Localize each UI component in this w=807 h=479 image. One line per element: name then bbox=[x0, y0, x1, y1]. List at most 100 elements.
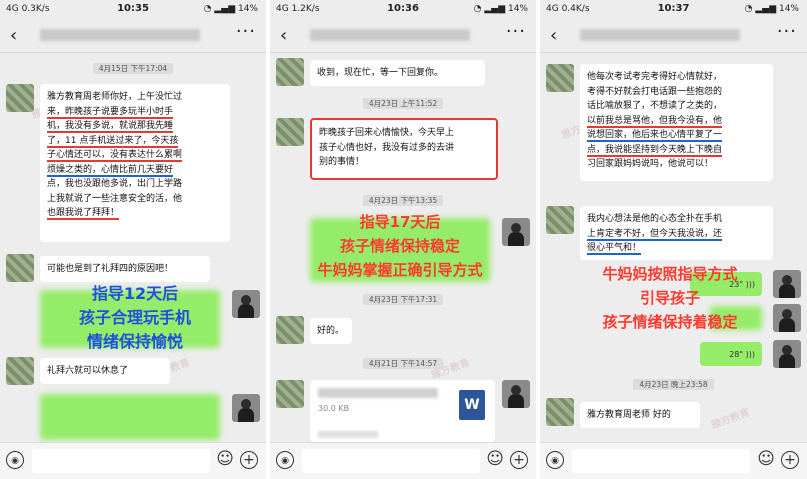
voice-message[interactable]: 28" ))) bbox=[700, 342, 762, 366]
message-line: 考得不好就会打电话跟一些抱怨的 bbox=[587, 86, 723, 97]
message-line: 点，我说能坚持到今天晚上下晚自 bbox=[587, 144, 723, 157]
message-line: 别的事情！ bbox=[319, 157, 365, 167]
chat-title-blurred bbox=[310, 29, 470, 41]
contact-avatar[interactable] bbox=[276, 380, 304, 408]
message-line: 习回家跟妈妈说吗，他说可以！ bbox=[587, 159, 714, 169]
my-avatar[interactable] bbox=[773, 340, 801, 368]
message-input[interactable] bbox=[302, 449, 480, 473]
contact-avatar[interactable] bbox=[6, 84, 34, 112]
message-line: 烦燥之类的，心情比前几天要好 bbox=[47, 164, 174, 177]
battery: ◔ ▂▄▆ 14% bbox=[473, 4, 528, 14]
message-line: 我内心想法是他的心态全扑在手机 bbox=[587, 214, 723, 224]
message-input[interactable] bbox=[572, 449, 750, 473]
my-avatar[interactable] bbox=[232, 394, 260, 422]
overlay-line: 牛妈妈按照指导方式 bbox=[602, 265, 738, 283]
emoji-icon[interactable]: ☺ bbox=[216, 449, 234, 469]
contact-avatar[interactable] bbox=[276, 316, 304, 344]
plus-icon[interactable]: + bbox=[781, 451, 799, 469]
my-avatar[interactable] bbox=[502, 380, 530, 408]
message-line: 雅方教育周老师你好，上午没忙过 bbox=[47, 92, 183, 102]
plus-icon[interactable]: + bbox=[510, 451, 528, 469]
timestamp: 4月15日 下午17:04 bbox=[0, 63, 266, 74]
status-bar: 4G 1.2K/s 10:36 ◔ ▂▄▆ 14% bbox=[270, 0, 536, 18]
more-icon[interactable]: ··· bbox=[777, 21, 797, 42]
more-icon[interactable]: ··· bbox=[236, 21, 256, 42]
message-line: 他每次考试考完考得好心情就好， bbox=[587, 72, 723, 82]
watermark: 雅方教育 bbox=[710, 407, 752, 432]
timestamp: 4月23日 下午13:35 bbox=[270, 195, 536, 206]
message-line: 机，我没有多说，就说那我先睡 bbox=[47, 121, 174, 133]
message-line: 来，昨晚孩子说要多玩半小时手 bbox=[47, 106, 174, 119]
message-line: 很心平气和！ bbox=[587, 243, 642, 255]
voice-icon[interactable]: ◉ bbox=[276, 451, 294, 469]
message-bubble[interactable]: 好的。 bbox=[310, 318, 352, 344]
timestamp: 4月21日 下午14:57 bbox=[270, 358, 536, 369]
chat-panel-3: 4G 0.4K/s 10:37 ◔ ▂▄▆ 14% ‹ ··· 雅方教育 雅方教… bbox=[540, 0, 807, 479]
message-line: 昨晚孩子回来心情愉快，今天早上 bbox=[319, 128, 455, 138]
back-icon[interactable]: ‹ bbox=[550, 25, 557, 46]
timestamp: 4月23日 下午17:31 bbox=[270, 294, 536, 305]
overlay-line: 指导12天后 bbox=[91, 284, 179, 303]
word-document-icon: W bbox=[459, 390, 485, 420]
back-icon[interactable]: ‹ bbox=[10, 25, 17, 46]
status-bar: 4G 0.4K/s 10:37 ◔ ▂▄▆ 14% bbox=[540, 0, 807, 18]
timestamp: 4月23日 晚上23:58 bbox=[540, 379, 807, 390]
message-line: 了，11 点手机送过来了，今天孩 bbox=[47, 135, 179, 148]
battery: ◔ ▂▄▆ 14% bbox=[744, 4, 799, 14]
file-size: 30.0 KB bbox=[318, 404, 350, 413]
overlay-line: 指导17天后 bbox=[359, 213, 441, 231]
message-bubble[interactable]: 我内心想法是他的心态全扑在手机 上肯定考不好，但今天我没说，还 很心平气和！ bbox=[580, 206, 773, 260]
message-bubble[interactable]: 雅方教育周老师 好的 bbox=[580, 402, 700, 428]
message-line: 也跟我说了拜拜！ bbox=[47, 208, 120, 220]
emoji-icon[interactable]: ☺ bbox=[486, 449, 504, 469]
message-bubble[interactable]: 他每次考试考完考得好心情就好， 考得不好就会打电话跟一些抱怨的 话比喻放狠了，不… bbox=[580, 64, 773, 181]
annotation-overlay: 牛妈妈按照指导方式 引导孩子 孩子情绪保持着稳定 bbox=[560, 262, 780, 334]
file-name-blurred bbox=[318, 388, 438, 398]
message-line: 说想回家，他后来也心情平复了一 bbox=[587, 130, 723, 142]
annotation-overlay: 指导17天后 孩子情绪保持稳定 牛妈妈掌握正确引导方式 bbox=[290, 210, 510, 282]
voice-icon[interactable]: ◉ bbox=[546, 451, 564, 469]
more-icon[interactable]: ··· bbox=[506, 21, 526, 42]
screenshot-collage: 4G 0.3K/s 10:35 ◔ ▂▄▆ 14% ‹ ··· 雅方教育 雅方教… bbox=[0, 0, 807, 479]
message-bubble[interactable]: 礼拜六就可以休息了 bbox=[40, 358, 170, 384]
message-bubble[interactable]: 昨晚孩子回来心情愉快，今天早上 孩子心情也好，我没有过多的去讲 别的事情！ bbox=[310, 118, 498, 180]
file-message[interactable]: 30.0 KB W bbox=[310, 380, 495, 442]
message-line: 子心情还可以，没有表达什么累啊 bbox=[47, 150, 183, 162]
message-bubble[interactable]: 雅方教育周老师你好，上午没忙过 来，昨晚孩子说要多玩半小时手 机，我没有多说，就… bbox=[40, 84, 230, 242]
voice-icon[interactable]: ◉ bbox=[6, 451, 24, 469]
chat-title-blurred bbox=[580, 29, 740, 41]
message-bubble[interactable]: 收到，现在忙，等一下回复你。 bbox=[310, 60, 485, 86]
message-line: 点，我也没跟他多说，出门上学路 bbox=[47, 179, 183, 189]
chat-panel-1: 4G 0.3K/s 10:35 ◔ ▂▄▆ 14% ‹ ··· 雅方教育 雅方教… bbox=[0, 0, 266, 479]
chat-title-blurred bbox=[40, 29, 200, 41]
contact-avatar[interactable] bbox=[6, 254, 34, 282]
input-bar: ◉ ☺ + bbox=[0, 442, 266, 479]
message-line: 孩子心情也好，我没有过多的去讲 bbox=[319, 142, 455, 153]
contact-avatar[interactable] bbox=[546, 206, 574, 234]
back-icon[interactable]: ‹ bbox=[280, 25, 287, 46]
emoji-icon[interactable]: ☺ bbox=[757, 449, 775, 469]
contact-avatar[interactable] bbox=[276, 58, 304, 86]
overlay-line: 牛妈妈掌握正确引导方式 bbox=[317, 261, 483, 279]
status-bar: 4G 0.3K/s 10:35 ◔ ▂▄▆ 14% bbox=[0, 0, 266, 18]
overlay-line: 孩子合理玩手机 bbox=[78, 308, 191, 327]
contact-avatar[interactable] bbox=[276, 118, 304, 146]
contact-avatar[interactable] bbox=[6, 357, 34, 385]
overlay-line: 孩子情绪保持着稳定 bbox=[602, 313, 738, 331]
plus-icon[interactable]: + bbox=[240, 451, 258, 469]
contact-avatar[interactable] bbox=[546, 64, 574, 92]
chat-header: ‹ ··· bbox=[270, 18, 536, 53]
contact-avatar[interactable] bbox=[546, 398, 574, 426]
message-bubble[interactable]: 可能也是到了礼拜四的原因吧！ bbox=[40, 256, 210, 282]
message-line: 以前我总是骂他，但我今没有，他 bbox=[587, 115, 723, 128]
battery: ◔ ▂▄▆ 14% bbox=[203, 4, 258, 14]
chat-panel-2: 4G 1.2K/s 10:36 ◔ ▂▄▆ 14% ‹ ··· 雅方教育 雅方教… bbox=[270, 0, 536, 479]
overlay-line: 引导孩子 bbox=[639, 289, 700, 307]
chat-header: ‹ ··· bbox=[540, 18, 807, 53]
message-input[interactable] bbox=[32, 449, 210, 473]
annotation-overlay: 指导12天后 孩子合理玩手机 情绪保持愉悦 bbox=[30, 282, 240, 354]
my-message-bubble-blurred[interactable] bbox=[40, 394, 220, 440]
chat-header: ‹ ··· bbox=[0, 18, 266, 53]
input-bar: ◉ ☺ + bbox=[270, 442, 536, 479]
input-bar: ◉ ☺ + bbox=[540, 442, 807, 479]
